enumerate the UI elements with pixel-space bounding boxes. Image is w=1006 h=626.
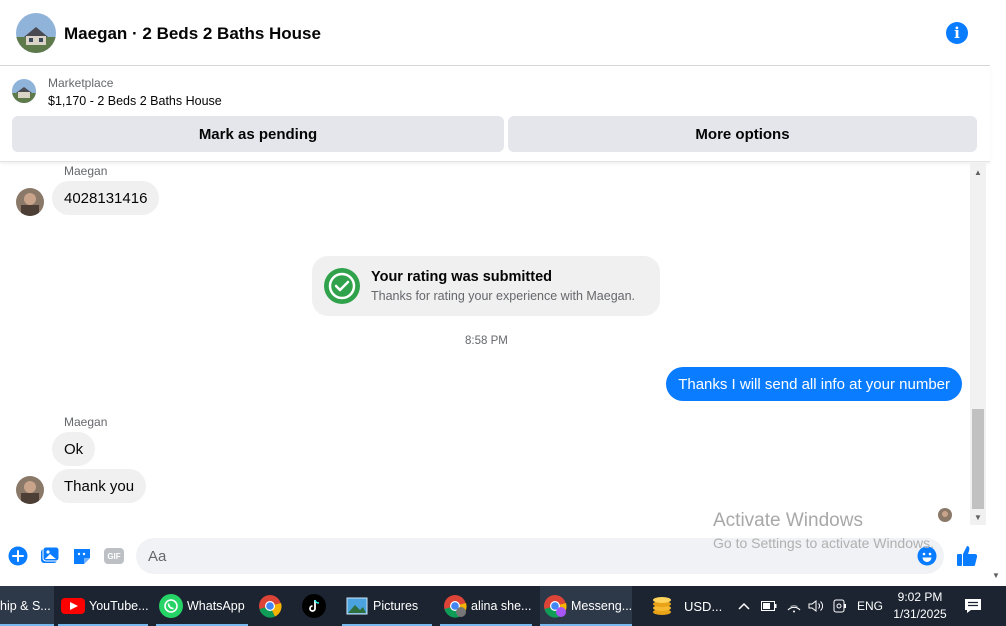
gif-icon[interactable]: GIF	[104, 546, 124, 566]
taskbar-item-whatsapp[interactable]: WhatsApp	[156, 586, 248, 626]
chevron-up-icon[interactable]	[736, 586, 752, 626]
windows-taskbar: hip & S... YouTube... WhatsApp Pictures …	[0, 586, 1006, 626]
page-scroll-down-icon[interactable]: ▼	[992, 571, 1000, 580]
chrome-profile-icon	[443, 594, 467, 618]
message-timestamp: 8:58 PM	[465, 335, 508, 347]
coins-icon	[650, 594, 674, 618]
taskbar-item-label: YouTube...	[89, 599, 148, 613]
check-icon	[324, 268, 360, 304]
currency-ticker-label: USD...	[684, 598, 723, 614]
chrome-messenger-icon	[543, 594, 567, 618]
listing-avatar[interactable]	[16, 13, 56, 53]
activate-windows-subtitle: Go to Settings to activate Windows.	[713, 535, 934, 551]
battery-icon[interactable]	[760, 586, 778, 626]
read-receipt-avatar	[938, 508, 952, 522]
plus-icon[interactable]	[8, 546, 28, 566]
taskbar-item-currency[interactable]: USD...	[650, 586, 726, 626]
taskbar-item-chrome-profile-alina[interactable]: alina she...	[440, 586, 532, 626]
taskbar-item-label: Pictures	[373, 599, 419, 613]
photo-icon[interactable]	[40, 546, 60, 566]
sender-avatar[interactable]	[16, 476, 44, 504]
rating-title: Your rating was submitted	[371, 269, 553, 285]
rating-subtitle: Thanks for rating your experience with M…	[371, 289, 636, 303]
more-options-button[interactable]: More options	[508, 116, 977, 152]
message-bubble-incoming[interactable]: 4028131416	[52, 181, 160, 215]
activate-windows-title: Activate Windows	[713, 510, 863, 531]
youtube-icon	[61, 594, 85, 618]
taskbar-item-pictures[interactable]: Pictures	[342, 586, 432, 626]
taskbar-item-chrome[interactable]	[258, 586, 288, 626]
listing-title[interactable]: $1,170 - 2 Beds 2 Baths House	[48, 94, 222, 108]
scroll-up-icon[interactable]: ▲	[970, 165, 986, 179]
messenger-window: Maegan · 2 Beds 2 Baths House i Marketpl…	[0, 0, 1006, 626]
taskbar-item-tiktok[interactable]	[302, 586, 332, 626]
taskbar-item-label: alina she...	[471, 599, 532, 613]
whatsapp-icon	[159, 594, 183, 618]
conversation-title: Maegan · 2 Beds 2 Baths House	[64, 24, 321, 43]
sender-name: Maegan	[64, 415, 108, 429]
tiktok-icon	[302, 594, 326, 618]
mark-as-pending-button[interactable]: Mark as pending	[12, 116, 504, 152]
marketplace-banner: Marketplace $1,170 - 2 Beds 2 Baths Hous…	[0, 66, 990, 162]
volume-icon[interactable]	[806, 586, 826, 626]
sender-avatar[interactable]	[16, 188, 44, 216]
taskbar-item-label: hip & S...	[0, 599, 51, 613]
sticker-icon[interactable]	[72, 546, 92, 566]
language-indicator[interactable]: ENG	[852, 586, 888, 626]
taskbar-item-youtube[interactable]: YouTube...	[58, 586, 148, 626]
listing-thumbnail[interactable]	[12, 79, 36, 103]
message-bubble-outgoing[interactable]: Thanks I will send all info at your numb…	[666, 367, 962, 401]
scroll-down-icon[interactable]: ▼	[970, 510, 986, 524]
conversation-header: Maegan · 2 Beds 2 Baths House i	[0, 0, 990, 66]
scrollbar-thumb[interactable]	[972, 409, 984, 509]
message-bubble-incoming[interactable]: Thank you	[52, 469, 147, 503]
notifications-icon[interactable]	[960, 586, 986, 626]
taskbar-item-messenger[interactable]: Messeng...	[540, 586, 632, 626]
sender-name: Maegan	[64, 164, 108, 178]
marketplace-label: Marketplace	[48, 76, 114, 90]
chrome-icon	[258, 594, 282, 618]
taskbar-item-first[interactable]: hip & S...	[0, 586, 54, 626]
clock-time: 9:02 PM	[897, 590, 943, 604]
clock-date: 1/31/2025	[893, 607, 947, 621]
taskbar-item-label: WhatsApp	[187, 599, 245, 613]
like-icon[interactable]	[955, 544, 979, 568]
wifi-icon[interactable]	[784, 586, 804, 626]
info-icon[interactable]: i	[946, 22, 968, 44]
message-list: Maegan 4028131416 Your rating was submit…	[0, 163, 970, 535]
camera-app-icon[interactable]	[830, 586, 850, 626]
system-clock[interactable]: 9:02 PM 1/31/2025	[888, 589, 952, 623]
taskbar-item-label: Messeng...	[571, 599, 632, 613]
rating-submitted-card: Your rating was submitted Thanks for rat…	[312, 256, 660, 316]
message-bubble-incoming[interactable]: Ok	[52, 432, 96, 466]
pictures-icon	[345, 594, 369, 618]
gif-label: GIF	[107, 551, 121, 561]
